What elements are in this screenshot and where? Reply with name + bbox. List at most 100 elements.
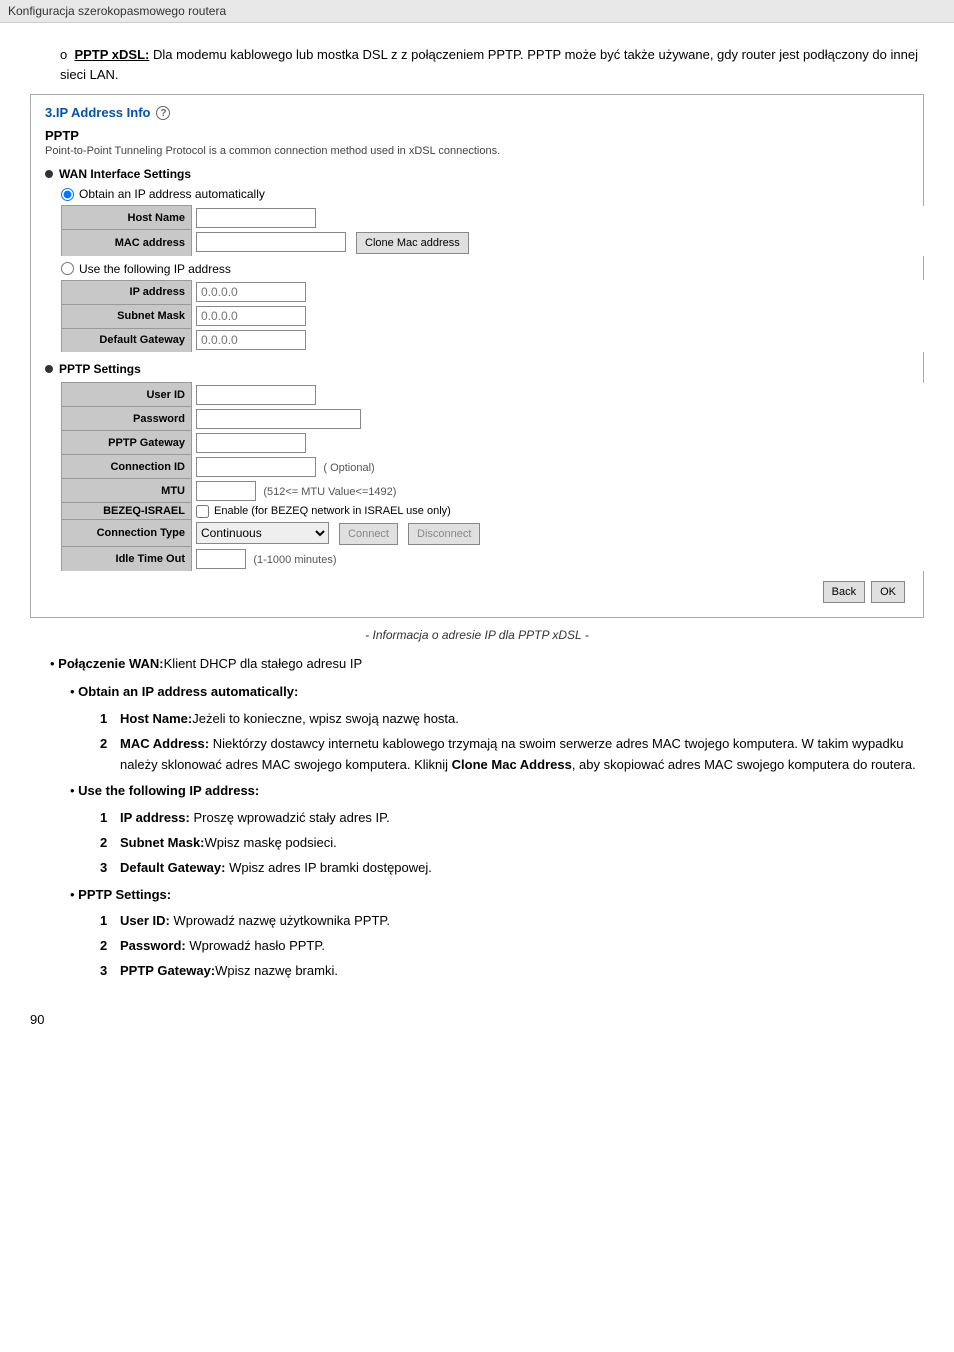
doc-gateway-bold: Default Gateway: [120, 860, 225, 875]
doc-content: • Połączenie WAN:Klient DHCP dla stałego… [30, 654, 924, 982]
radio-use-ip[interactable]: Use the following IP address [61, 262, 909, 276]
static-ip-form: IP address Subnet Mask Default Gateway [61, 280, 925, 353]
mac-address-row: MAC address 000000000000 Clone Mac addre… [62, 230, 925, 256]
mtu-row: MTU 1492 (512<= MTU Value<=1492) [62, 479, 925, 503]
ok-button[interactable]: OK [871, 581, 905, 603]
optional-label: ( Optional) [323, 462, 374, 474]
password-row: Password [62, 407, 925, 431]
doc-userid-bold: User ID: [120, 913, 170, 928]
idle-time-input[interactable]: 10 [196, 549, 246, 569]
back-button[interactable]: Back [823, 581, 865, 603]
user-id-cell [192, 383, 925, 407]
pptp-gateway-input[interactable]: 0.0.0.0 [196, 433, 306, 453]
radio-obtain-auto-input[interactable] [61, 188, 74, 201]
pptp-section-header: PPTP Settings [45, 362, 909, 376]
default-gateway-cell [192, 328, 925, 352]
bezeq-cell: Enable (for BEZEQ network in ISRAEL use … [192, 503, 925, 520]
connection-type-row: Connection Type Continuous Connect on De… [62, 520, 925, 547]
bezeq-label: BEZEQ-ISRAEL [62, 503, 192, 520]
doc-bullet-wan: • Połączenie WAN:Klient DHCP dla stałego… [50, 654, 924, 675]
password-input[interactable] [196, 409, 361, 429]
subnet-mask-input[interactable] [196, 306, 306, 326]
default-gateway-input[interactable] [196, 330, 306, 350]
doc-subnet-text: Wpisz maskę podsieci. [205, 835, 337, 850]
user-id-label: User ID [62, 383, 192, 407]
connection-id-input[interactable] [196, 457, 316, 477]
connection-id-cell: ( Optional) [192, 455, 925, 479]
intro-text: Dla modemu kablowego lub mostka DSL z z … [60, 47, 918, 82]
intro-bullet: o PPTP xDSL: Dla modemu kablowego lub mo… [60, 45, 924, 84]
auto-ip-form: Host Name MAC address 000000000000 Clone… [61, 205, 925, 256]
pptp-gateway-cell: 0.0.0.0 [192, 431, 925, 455]
radio-use-ip-input[interactable] [61, 262, 74, 275]
doc-item-mac: 2 MAC Address: Niektórzy dostawcy intern… [100, 734, 924, 776]
doc-clone-text: , aby skopiować adres MAC swojego komput… [572, 757, 916, 772]
idle-time-label: Idle Time Out [62, 547, 192, 571]
mtu-label: MTU [62, 479, 192, 503]
bullet-dot [45, 170, 53, 178]
doc-bullet-obtain: • Obtain an IP address automatically: [70, 682, 924, 703]
mac-address-cell: 000000000000 Clone Mac address [192, 230, 925, 256]
doc-item-userid: 1 User ID: Wprowadź nazwę użytkownika PP… [100, 911, 924, 932]
connection-type-select[interactable]: Continuous Connect on Demand Manual [196, 522, 329, 544]
clone-mac-button[interactable]: Clone Mac address [356, 232, 469, 254]
protocol-title: PPTP [45, 128, 909, 143]
bezeq-checkbox[interactable] [196, 505, 209, 518]
disconnect-button[interactable]: Disconnect [408, 523, 480, 545]
pptp-bullet-dot [45, 365, 53, 373]
doc-wan-text: Klient DHCP dla stałego adresu IP [164, 656, 362, 671]
doc-item-pptp-gateway: 3 PPTP Gateway:Wpisz nazwę bramki. [100, 961, 924, 982]
subnet-mask-label: Subnet Mask [62, 304, 192, 328]
host-name-input[interactable] [196, 208, 316, 228]
connect-button[interactable]: Connect [339, 523, 398, 545]
idle-time-hint: (1-1000 minutes) [253, 554, 336, 566]
connection-id-row: Connection ID ( Optional) [62, 455, 925, 479]
top-bar: Konfiguracja szerokopasmowego routera [0, 0, 954, 23]
doc-pptp-gateway-text: Wpisz nazwę bramki. [215, 963, 338, 978]
ip-address-input[interactable] [196, 282, 306, 302]
idle-time-row: Idle Time Out 10 (1-1000 minutes) [62, 547, 925, 571]
section-title: 3.IP Address Info ? [45, 105, 909, 120]
mac-address-input[interactable]: 000000000000 [196, 232, 346, 252]
panel-caption: - Informacja o adresie IP dla PPTP xDSL … [30, 628, 924, 642]
pptp-gateway-label: PPTP Gateway [62, 431, 192, 455]
password-label: Password [62, 407, 192, 431]
help-icon[interactable]: ? [156, 106, 170, 120]
user-id-input[interactable] [196, 385, 316, 405]
pptp-header-label: PPTP Settings [59, 362, 141, 376]
doc-userid-text: Wprowadź nazwę użytkownika PPTP. [170, 913, 390, 928]
mac-address-label: MAC address [62, 230, 192, 256]
page-number: 90 [30, 1012, 924, 1027]
doc-ip-bold: IP address: [120, 810, 190, 825]
doc-password-bold: Password: [120, 938, 186, 953]
doc-bullet-pptp: • PPTP Settings: [70, 885, 924, 906]
button-row: Back OK [45, 581, 909, 603]
idle-time-cell: 10 (1-1000 minutes) [192, 547, 925, 571]
radio-obtain-auto[interactable]: Obtain an IP address automatically [61, 187, 909, 201]
wan-header-label: WAN Interface Settings [59, 167, 191, 181]
config-panel: 3.IP Address Info ? PPTP Point-to-Point … [30, 94, 924, 618]
host-name-cell [192, 206, 925, 230]
password-cell [192, 407, 925, 431]
doc-obtain-bold: Obtain an IP address automatically: [78, 684, 298, 699]
mtu-input[interactable]: 1492 [196, 481, 256, 501]
doc-subnet-bold: Subnet Mask: [120, 835, 205, 850]
doc-item-subnet: 2 Subnet Mask:Wpisz maskę podsieci. [100, 833, 924, 854]
doc-ol-ip: 1 IP address: Proszę wprowadzić stały ad… [100, 808, 924, 878]
doc-hostname-text: Jeżeli to konieczne, wpisz swoją nazwę h… [192, 711, 459, 726]
doc-item-gateway: 3 Default Gateway: Wpisz adres IP bramki… [100, 858, 924, 879]
doc-item-password: 2 Password: Wprowadź hasło PPTP. [100, 936, 924, 957]
doc-hostname-bold: Host Name: [120, 711, 192, 726]
pptp-gateway-row: PPTP Gateway 0.0.0.0 [62, 431, 925, 455]
bezeq-checkbox-label: Enable (for BEZEQ network in ISRAEL use … [214, 505, 451, 517]
subnet-mask-row: Subnet Mask [62, 304, 925, 328]
default-gateway-row: Default Gateway [62, 328, 925, 352]
doc-gateway-text: Wpisz adres IP bramki dostępowej. [225, 860, 431, 875]
doc-following-ip-bold: Use the following IP address: [78, 783, 259, 798]
doc-clone-bold: Clone Mac Address [452, 757, 572, 772]
doc-wan-bold: Połączenie WAN: [58, 656, 163, 671]
doc-item-hostname: 1 Host Name:Jeżeli to konieczne, wpisz s… [100, 709, 924, 730]
doc-password-text: Wprowadź hasło PPTP. [186, 938, 325, 953]
mtu-cell: 1492 (512<= MTU Value<=1492) [192, 479, 925, 503]
wan-section-header: WAN Interface Settings [45, 167, 909, 181]
